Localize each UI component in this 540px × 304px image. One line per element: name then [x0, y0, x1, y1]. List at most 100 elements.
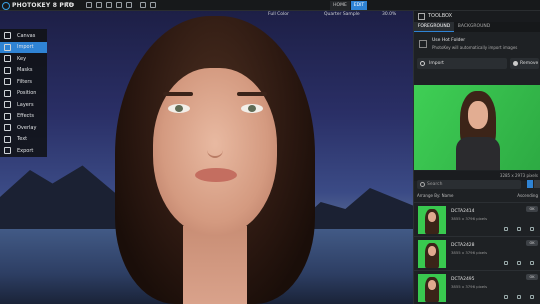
canvas-icon — [4, 32, 11, 39]
thumb-face — [428, 246, 436, 256]
image-thumbnail — [418, 274, 446, 302]
status-badge: OK — [526, 274, 538, 280]
image-thumbnail — [418, 240, 446, 268]
open-folder-icon[interactable] — [96, 2, 102, 8]
tool-canvas[interactable]: Canvas — [0, 30, 47, 41]
tool-label: Canvas — [17, 32, 36, 39]
thumb-face — [428, 280, 436, 290]
import-row: Import Remove — [414, 58, 540, 70]
file-menu[interactable]: File — [66, 2, 74, 8]
panel-tabs: FOREGROUND BACKGROUND — [414, 22, 540, 32]
import-icon — [420, 61, 425, 66]
tool-overlay[interactable]: Overlay — [0, 122, 47, 133]
arrange-bar: Arrange By: Name Ascending — [417, 193, 538, 201]
preview-subject — [456, 91, 500, 170]
subject-nose — [207, 120, 223, 158]
logo-ring-icon — [2, 1, 10, 10]
tool-effects[interactable]: Effects — [0, 111, 47, 122]
tab-background[interactable]: BACKGROUND — [454, 22, 494, 32]
tool-label: Position — [17, 90, 37, 96]
delete-icon[interactable] — [530, 295, 534, 299]
subject-neck — [183, 226, 247, 304]
image-list-item[interactable]: DCTA2428 3855 x 3796 pixels OK — [414, 236, 540, 270]
logo-text: PHOTOKEY 8 PRO — [12, 2, 75, 9]
arrange-by-select[interactable]: Arrange By: Name — [417, 193, 453, 198]
sort-order-select[interactable]: Ascending — [517, 193, 538, 198]
image-name: DCTA2495 — [451, 277, 475, 282]
remove-button[interactable]: Remove — [510, 58, 539, 69]
foreground-preview — [414, 85, 540, 170]
image-list-item[interactable]: DCTA2495 3855 x 3796 pixels OK — [414, 270, 540, 304]
tool-label: Key — [17, 55, 27, 62]
image-dimensions: 3855 x 3796 pixels — [451, 216, 488, 221]
sample-mode-select[interactable]: Quarter Sample — [324, 12, 360, 17]
duplicate-icon[interactable] — [517, 295, 521, 299]
color-mode-select[interactable]: Full Color — [268, 12, 289, 17]
tool-text[interactable]: Text — [0, 134, 47, 145]
status-badge: OK — [526, 240, 538, 246]
app-logo: PHOTOKEY 8 PRO — [2, 1, 74, 10]
tool-import[interactable]: Import — [0, 41, 47, 53]
grid-view-button[interactable] — [527, 180, 533, 188]
settings-icon[interactable] — [504, 295, 508, 299]
tool-filters[interactable]: Filters — [0, 76, 47, 87]
import-icon — [4, 43, 11, 51]
search-input[interactable]: Search — [417, 180, 521, 189]
tool-export[interactable]: Export — [0, 145, 47, 156]
top-bar: PHOTOKEY 8 PRO File HOME EDIT — [0, 0, 540, 11]
tool-label: Overlay — [17, 124, 37, 131]
tab-foreground[interactable]: FOREGROUND — [414, 22, 454, 32]
duplicate-icon[interactable] — [517, 227, 521, 231]
search-placeholder: Search — [427, 182, 443, 187]
save-icon[interactable] — [106, 2, 112, 8]
status-badge: OK — [526, 206, 538, 212]
home-tab[interactable]: HOME — [330, 1, 350, 10]
left-eye — [168, 104, 190, 113]
delete-icon[interactable] — [530, 227, 534, 231]
search-icon — [420, 182, 425, 187]
tool-label: Export — [17, 147, 34, 154]
text-icon — [4, 135, 11, 143]
settings-icon[interactable] — [504, 261, 508, 265]
tool-masks[interactable]: Masks — [0, 65, 47, 76]
hot-folder-option[interactable]: Use Hot Folder PhotoKey will automatical… — [417, 37, 538, 57]
position-icon — [4, 89, 11, 97]
filters-icon — [4, 78, 11, 85]
tool-label: Layers — [17, 101, 34, 108]
tool-layers[interactable]: Layers — [0, 99, 47, 110]
image-dimensions: 3855 x 3796 pixels — [451, 250, 488, 255]
edit-tab[interactable]: EDIT — [351, 1, 367, 10]
image-list-item[interactable]: DCTA2414 3855 x 3796 pixels OK — [414, 202, 540, 236]
portrait-subject — [95, 16, 335, 304]
zoom-level[interactable]: 30.0% — [382, 12, 396, 17]
tool-label: Text — [17, 136, 28, 142]
hot-folder-checkbox[interactable] — [419, 40, 427, 48]
duplicate-icon[interactable] — [517, 261, 521, 265]
tool-key[interactable]: Key — [0, 53, 47, 64]
left-brow — [163, 92, 193, 96]
toolbox-icon — [418, 13, 425, 20]
right-eye — [241, 104, 263, 113]
export-icon[interactable] — [116, 2, 122, 8]
tool-label: Masks — [17, 67, 33, 73]
masks-icon — [4, 66, 11, 74]
remove-icon — [513, 61, 518, 66]
image-icon[interactable] — [126, 2, 132, 8]
settings-icon[interactable] — [504, 227, 508, 231]
tool-label: Filters — [17, 78, 32, 85]
image-name: DCTA2414 — [451, 209, 475, 214]
delete-icon[interactable] — [530, 261, 534, 265]
undo-icon[interactable] — [140, 2, 146, 8]
list-view-button[interactable] — [534, 180, 540, 188]
import-button[interactable]: Import — [417, 58, 507, 69]
tool-position[interactable]: Position — [0, 88, 47, 99]
new-file-icon[interactable] — [86, 2, 92, 8]
item-actions — [504, 227, 538, 232]
redo-icon[interactable] — [150, 2, 156, 8]
hot-folder-subtitle: PhotoKey will automatically import image… — [432, 45, 518, 50]
toolbox-panel: TOOLBOX FOREGROUND BACKGROUND Use Hot Fo… — [413, 11, 540, 304]
tool-label: Import — [17, 44, 34, 50]
preview-body — [456, 137, 500, 170]
tool-label: Effects — [17, 113, 34, 119]
image-canvas[interactable]: Canvas Import Key Masks Filters Position Layer… — [0, 11, 413, 304]
